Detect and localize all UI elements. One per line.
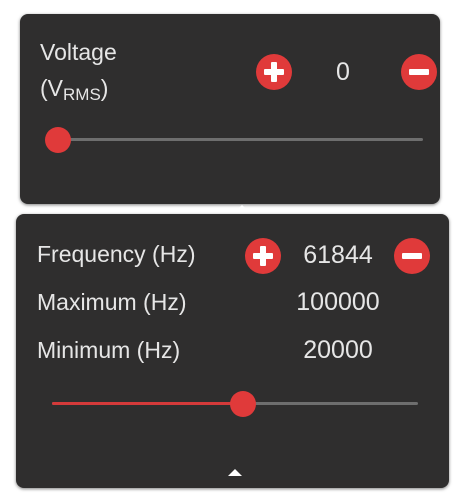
frequency-value: 61844 xyxy=(303,241,373,269)
minimum-label: Minimum (Hz) xyxy=(37,337,181,363)
voltage-increment-button[interactable] xyxy=(256,54,292,90)
frequency-panel: Frequency (Hz) 61844 Maximum (Hz) 100000… xyxy=(16,214,449,488)
caret-up-icon[interactable] xyxy=(235,205,249,212)
voltage-value: 0 xyxy=(336,58,350,86)
voltage-label: Voltage (VRMS) xyxy=(40,34,117,113)
voltage-unit-prefix: (V xyxy=(40,75,63,101)
caret-up-icon[interactable] xyxy=(228,469,242,476)
frequency-increment-button[interactable] xyxy=(245,238,281,274)
frequency-slider-fill xyxy=(52,402,243,405)
voltage-slider-thumb[interactable] xyxy=(45,127,71,153)
voltage-panel: Voltage (VRMS) 0 xyxy=(20,14,440,212)
voltage-slider[interactable] xyxy=(45,127,423,153)
voltage-decrement-button[interactable] xyxy=(401,54,437,90)
page: Voltage (VRMS) 0 Frequency (Hz) 61844 Ma… xyxy=(0,0,464,494)
maximum-label: Maximum (Hz) xyxy=(37,289,187,315)
frequency-slider-thumb[interactable] xyxy=(230,391,256,417)
minimum-value: 20000 xyxy=(303,336,373,364)
voltage-unit-subscript: RMS xyxy=(63,85,101,104)
frequency-decrement-button[interactable] xyxy=(394,238,430,274)
maximum-value: 100000 xyxy=(296,288,380,316)
frequency-label: Frequency (Hz) xyxy=(37,241,196,267)
voltage-unit-suffix: ) xyxy=(100,75,109,101)
frequency-slider[interactable] xyxy=(52,391,418,417)
voltage-label-line1: Voltage xyxy=(40,39,117,65)
